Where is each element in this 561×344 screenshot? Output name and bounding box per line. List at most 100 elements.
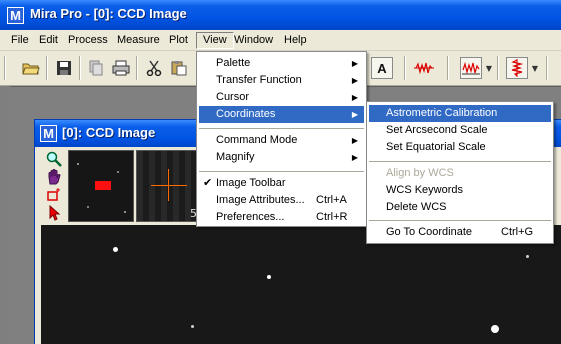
menu-item-label: Palette xyxy=(216,57,251,69)
menu-item-label: Preferences... xyxy=(216,211,285,223)
region-select-icon[interactable] xyxy=(45,186,63,203)
zoom-magnifier-icon[interactable] xyxy=(45,150,63,167)
toolbar-separator xyxy=(136,56,138,80)
menu-item-label: Transfer Function xyxy=(216,74,302,86)
menu-help[interactable]: Help xyxy=(278,32,313,49)
title-bar: M Mira Pro - [0]: CCD Image xyxy=(0,0,561,30)
menu-plot[interactable]: Plot xyxy=(163,32,194,49)
menu-item-label: Coordinates xyxy=(216,108,276,120)
menu-file[interactable]: File xyxy=(5,32,35,49)
menu-item-astrometric-calibration[interactable]: Astrometric Calibration xyxy=(369,105,551,122)
menu-item-preferences[interactable]: Preferences... Ctrl+R xyxy=(199,209,364,226)
menu-item-delete-wcs[interactable]: Delete WCS xyxy=(369,199,551,216)
image-star xyxy=(491,325,499,333)
image-star xyxy=(526,255,529,258)
toolbar-separator xyxy=(447,56,449,80)
menu-process[interactable]: Process xyxy=(62,32,114,49)
menu-item-label: WCS Keywords xyxy=(386,184,464,196)
menu-item-label: Align by WCS xyxy=(386,167,454,179)
menu-bar: File Edit Process Measure Plot View Wind… xyxy=(0,30,561,51)
menu-item-label: Command Mode xyxy=(216,134,298,146)
menu-item-transfer-function[interactable]: Transfer Function ▶ xyxy=(199,72,364,89)
thumbnail-star xyxy=(124,211,126,213)
submenu-arrow-icon: ▶ xyxy=(351,93,358,102)
menu-item-align-by-wcs: Align by WCS xyxy=(369,165,551,182)
menu-item-wcs-keywords[interactable]: WCS Keywords xyxy=(369,182,551,199)
menu-item-command-mode[interactable]: Command Mode ▶ xyxy=(199,132,364,149)
menu-item-shortcut: Ctrl+R xyxy=(316,211,348,223)
thumbnail-star xyxy=(87,206,89,208)
menu-separator xyxy=(199,171,364,172)
app-icon[interactable]: M xyxy=(7,7,24,24)
toolbar-separator xyxy=(79,56,81,80)
vertical-plot-icon[interactable] xyxy=(506,57,528,79)
viewport-indicator[interactable] xyxy=(95,181,111,190)
row-plot-icon[interactable] xyxy=(413,57,435,79)
chevron-down-icon[interactable]: ▼ xyxy=(530,57,540,79)
menu-item-label: Delete WCS xyxy=(386,201,447,213)
menu-item-shortcut: Ctrl+G xyxy=(501,226,534,238)
copy-icon[interactable] xyxy=(85,57,107,79)
menu-separator xyxy=(199,128,364,129)
menu-item-label: Go To Coordinate xyxy=(386,226,473,238)
menu-item-label: Set Arcsecond Scale xyxy=(386,124,488,136)
menu-item-shortcut: Ctrl+A xyxy=(316,194,347,206)
text-tool-glyph: A xyxy=(377,60,387,76)
cut-icon[interactable] xyxy=(143,57,165,79)
menu-window[interactable]: Window xyxy=(228,32,279,49)
view-menu: Palette ▶ Transfer Function ▶ Cursor ▶ C… xyxy=(196,51,367,227)
window-title: Mira Pro - [0]: CCD Image xyxy=(30,6,187,21)
crosshair-horizontal xyxy=(151,185,187,186)
menu-item-label: Magnify xyxy=(216,151,255,163)
text-tool-icon[interactable]: A xyxy=(371,57,393,79)
menu-item-label: Image Attributes... xyxy=(216,194,305,206)
submenu-arrow-icon: ▶ xyxy=(351,110,358,119)
save-disk-icon[interactable] xyxy=(53,57,75,79)
toolbar-grip xyxy=(4,56,6,80)
submenu-arrow-icon: ▶ xyxy=(351,59,358,68)
image-star xyxy=(113,247,118,252)
menu-item-coordinates[interactable]: Coordinates ▶ xyxy=(199,106,364,123)
toolbar-separator xyxy=(497,56,499,80)
child-window-title: [0]: CCD Image xyxy=(62,125,156,140)
menu-item-image-attributes[interactable]: Image Attributes... Ctrl+A xyxy=(199,192,364,209)
checkmark-icon: ✔ xyxy=(203,177,213,189)
menu-item-magnify[interactable]: Magnify ▶ xyxy=(199,149,364,166)
pan-hand-icon[interactable] xyxy=(45,168,63,185)
pointer-arrow-icon[interactable] xyxy=(45,204,63,221)
image-star xyxy=(267,275,271,279)
thumbnail-star xyxy=(117,171,119,173)
magnifier-thumbnail: 5 xyxy=(136,150,200,222)
menu-item-go-to-coordinate[interactable]: Go To Coordinate Ctrl+G xyxy=(369,224,551,241)
menu-item-label: Image Toolbar xyxy=(216,177,286,189)
chevron-down-icon[interactable]: ▼ xyxy=(484,57,494,79)
paste-icon[interactable] xyxy=(168,57,190,79)
menu-item-set-arcsecond-scale[interactable]: Set Arcsecond Scale xyxy=(369,122,551,139)
child-app-icon[interactable]: M xyxy=(40,125,57,142)
menu-edit[interactable]: Edit xyxy=(33,32,64,49)
image-tool-palette xyxy=(41,150,67,225)
menu-item-label: Astrometric Calibration xyxy=(386,107,498,119)
crosshair-vertical xyxy=(168,169,169,201)
menu-item-set-equatorial-scale[interactable]: Set Equatorial Scale xyxy=(369,139,551,156)
menu-separator xyxy=(369,220,551,221)
submenu-arrow-icon: ▶ xyxy=(351,153,358,162)
menu-item-label: Cursor xyxy=(216,91,250,103)
toolbar-separator xyxy=(46,56,48,80)
open-folder-icon[interactable] xyxy=(20,57,42,79)
image-overview-thumbnail[interactable] xyxy=(68,150,134,222)
coordinates-submenu: Astrometric Calibration Set Arcsecond Sc… xyxy=(366,101,554,244)
column-plot-icon[interactable] xyxy=(460,57,482,79)
toolbar-separator xyxy=(546,56,548,80)
menu-measure[interactable]: Measure xyxy=(111,32,166,49)
menu-separator xyxy=(369,161,551,162)
submenu-arrow-icon: ▶ xyxy=(351,136,358,145)
menu-item-cursor[interactable]: Cursor ▶ xyxy=(199,89,364,106)
print-icon[interactable] xyxy=(110,57,132,79)
menu-item-palette[interactable]: Palette ▶ xyxy=(199,55,364,72)
toolbar-separator xyxy=(404,56,406,80)
menu-item-label: Set Equatorial Scale xyxy=(386,141,486,153)
image-star xyxy=(191,325,194,328)
menu-item-image-toolbar[interactable]: ✔ Image Toolbar xyxy=(199,175,364,192)
submenu-arrow-icon: ▶ xyxy=(351,76,358,85)
